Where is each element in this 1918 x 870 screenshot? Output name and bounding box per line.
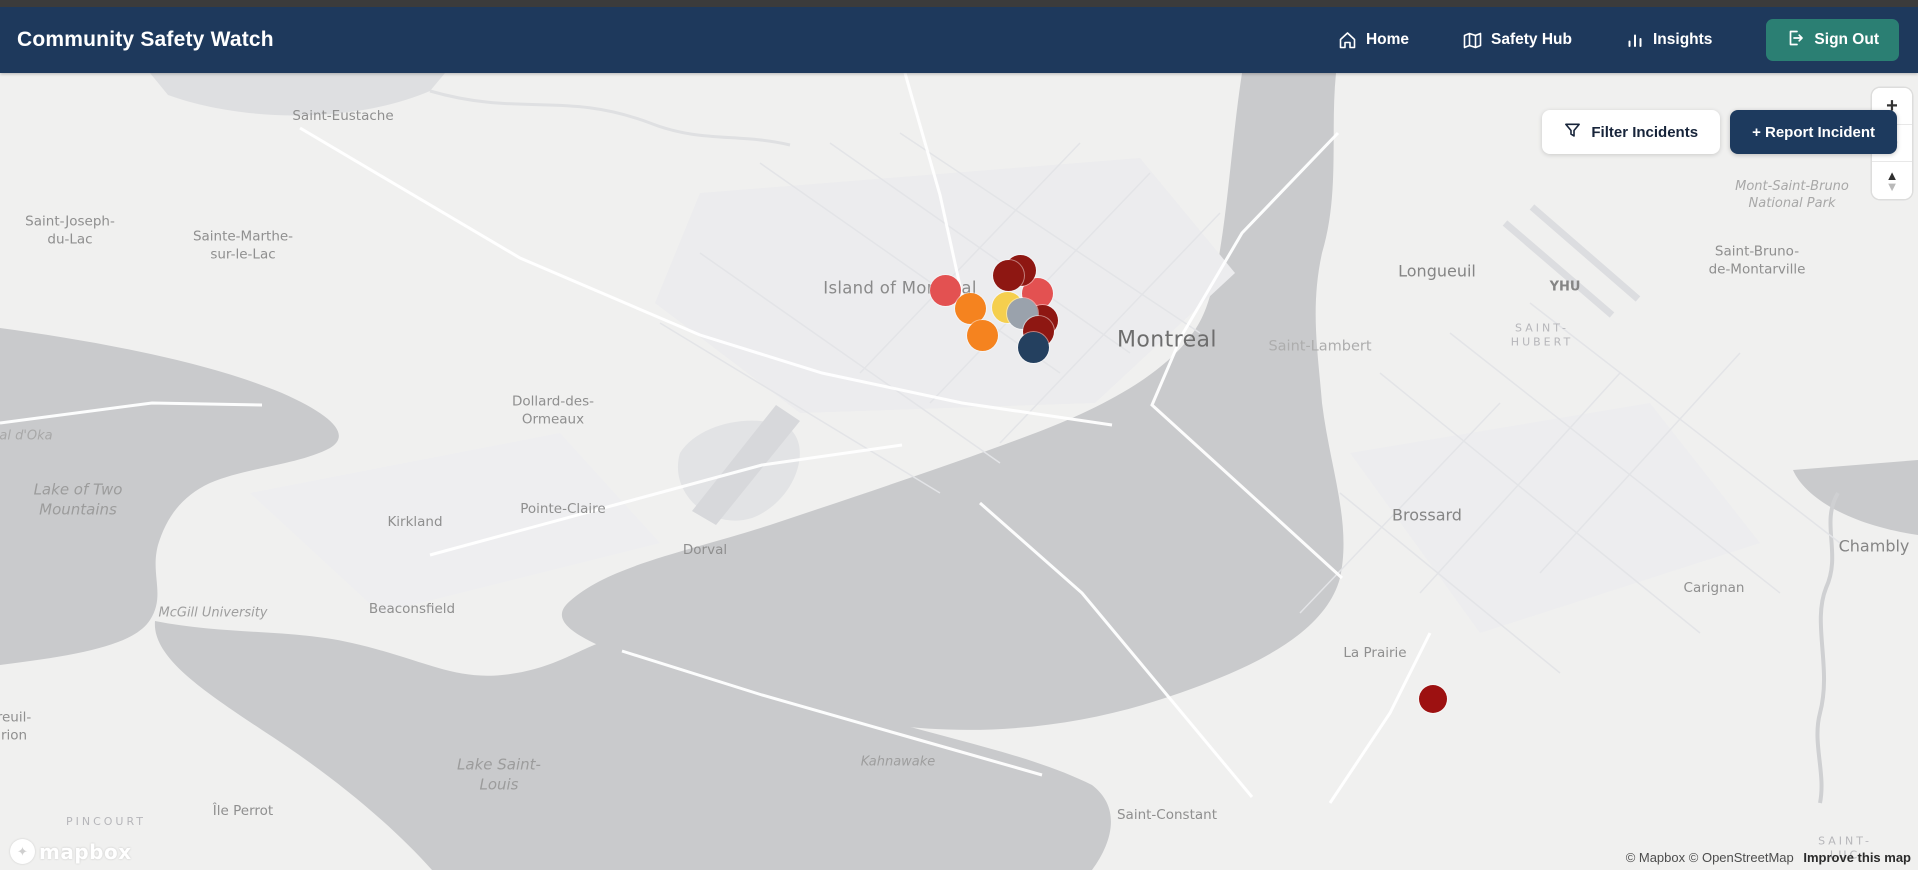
map-toolbar: Filter Incidents + Report Incident — [1542, 110, 1897, 154]
report-label: + Report Incident — [1752, 123, 1875, 141]
nav-label: Safety Hub — [1491, 31, 1572, 48]
sign-out-label: Sign Out — [1814, 31, 1879, 48]
report-incident-button[interactable]: + Report Incident — [1730, 110, 1897, 154]
compass-down-arrow: ▼ — [1885, 178, 1899, 194]
incident-marker[interactable] — [1017, 331, 1049, 363]
water-layer — [0, 73, 1918, 870]
home-icon — [1338, 31, 1357, 50]
nav-item-insights[interactable]: Insights — [1626, 31, 1712, 49]
bar-chart-icon — [1626, 31, 1644, 49]
incident-marker[interactable] — [966, 319, 998, 351]
mapbox-logo[interactable]: ✦ mapbox — [10, 839, 132, 864]
mapbox-logo-icon: ✦ — [10, 839, 35, 864]
nav-label: Home — [1365, 31, 1410, 48]
map-attribution: © Mapbox © OpenStreetMap Improve this ma… — [1626, 850, 1911, 865]
filter-label: Filter Incidents — [1591, 123, 1699, 141]
compass-button[interactable]: ▲ ▼ — [1872, 162, 1912, 199]
nav-item-home[interactable]: Home — [1338, 31, 1409, 50]
incident-marker[interactable] — [1419, 685, 1447, 713]
map-canvas[interactable]: Filter Incidents + Report Incident + − ▲… — [0, 73, 1918, 870]
logout-icon — [1786, 29, 1804, 52]
incident-marker[interactable] — [992, 259, 1024, 291]
improve-map-link[interactable]: Improve this map — [1803, 850, 1911, 865]
window-top-strip — [0, 0, 1918, 7]
app-title: Community Safety Watch — [17, 28, 274, 51]
main-nav: Home Safety Hub Insights Sign Out — [1338, 7, 1899, 73]
mapbox-logo-text: mapbox — [39, 839, 132, 864]
filter-incidents-button[interactable]: Filter Incidents — [1542, 110, 1721, 154]
map-icon — [1463, 31, 1482, 50]
mapbox-attribution-link[interactable]: © Mapbox — [1626, 850, 1685, 865]
sign-out-button[interactable]: Sign Out — [1766, 19, 1899, 61]
app-header: Community Safety Watch Home Safety Hub I… — [0, 7, 1918, 73]
filter-icon — [1564, 122, 1581, 143]
incident-marker[interactable] — [954, 292, 986, 324]
nav-label: Insights — [1653, 31, 1713, 48]
osm-attribution-link[interactable]: © OpenStreetMap — [1689, 850, 1794, 865]
nav-item-safety-hub[interactable]: Safety Hub — [1463, 31, 1572, 50]
